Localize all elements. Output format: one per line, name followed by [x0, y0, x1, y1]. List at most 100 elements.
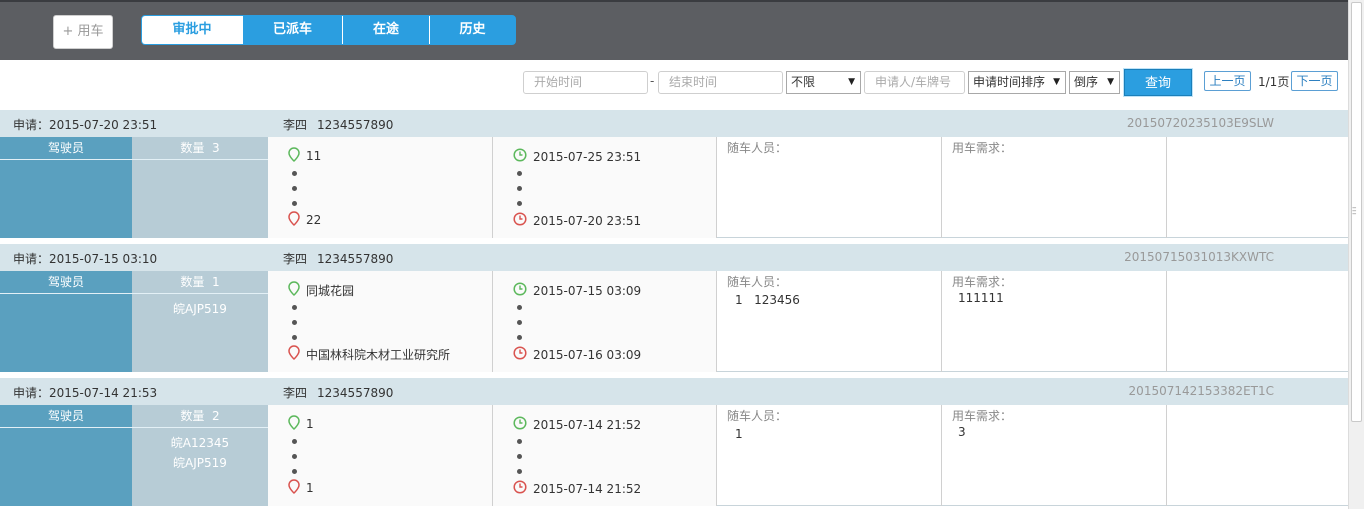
applicant-phone: 1234557890 — [317, 252, 394, 266]
time-end: 2015-07-14 21:52 — [513, 480, 641, 497]
dropdown-arrow-icon: ▼ — [848, 77, 855, 87]
plate-list: 皖A12345 皖AJP519 — [132, 428, 268, 473]
apply-time: 申请：2015-07-15 03:10 — [13, 252, 158, 266]
needs-label: 用车需求： — [952, 409, 1013, 423]
route-end: 22 — [288, 211, 321, 229]
time-dots — [517, 305, 523, 350]
count-value: 2 — [212, 409, 220, 423]
start-clock-icon — [513, 148, 533, 165]
count-value: 3 — [212, 141, 220, 155]
plate-list — [132, 160, 268, 165]
extra-column — [1167, 271, 1348, 372]
applicant-phone: 1234557890 — [317, 386, 394, 400]
needs-column: 用车需求： — [942, 137, 1167, 238]
next-page-button[interactable]: 下一页 — [1291, 71, 1338, 91]
driver-label: 驾驶员 — [0, 137, 132, 160]
needs-column: 用车需求： 3 — [942, 405, 1167, 506]
tab-history[interactable]: 历史 — [429, 16, 515, 44]
end-time: 2015-07-14 21:52 — [533, 481, 642, 496]
range-select-value: 不限 — [791, 75, 816, 89]
record-header: 申请：2015-07-14 21:53 李四 1234557890 2015071… — [0, 378, 1348, 405]
start-time-input[interactable]: 开始时间 — [523, 71, 648, 94]
date-separator: - — [650, 74, 655, 88]
apply-time: 申请：2015-07-20 23:51 — [13, 118, 158, 132]
end-clock-icon — [513, 212, 533, 229]
end-location: 中国林科院木材工业研究所 — [306, 347, 451, 362]
end-location-icon — [288, 345, 306, 363]
driver-column: 驾驶员 — [0, 137, 132, 238]
needs-value: 111111 — [958, 291, 1004, 305]
extra-column — [1167, 137, 1348, 238]
route-end: 1 — [288, 479, 314, 497]
start-location: 11 — [306, 149, 322, 163]
vertical-scrollbar[interactable]: – – – — [1348, 0, 1364, 509]
order-select[interactable]: 倒序 ▼ — [1069, 71, 1120, 94]
sort-select[interactable]: 申请时间排序 ▼ — [968, 71, 1066, 94]
record-card[interactable]: 申请：2015-07-14 21:53 李四 1234557890 2015071… — [0, 378, 1348, 506]
end-time: 2015-07-16 03:09 — [533, 347, 642, 362]
route-dots — [292, 305, 298, 350]
companion-entry: 1 123456 — [735, 293, 800, 307]
route-end: 中国林科院木材工业研究所 — [288, 345, 450, 363]
tab-dispatched[interactable]: 已派车 — [242, 16, 342, 44]
driver-label: 驾驶员 — [0, 405, 132, 428]
record-header: 申请：2015-07-20 23:51 李四 1234557890 2015072… — [0, 110, 1348, 137]
applicant-plate-input[interactable]: 申请人/车牌号 — [864, 71, 965, 94]
end-location: 1 — [306, 481, 314, 495]
plate-list: 皖AJP519 — [132, 294, 268, 319]
time-dots — [517, 171, 523, 216]
applicant: 李四 1234557890 — [283, 384, 393, 401]
end-location-icon — [288, 479, 306, 497]
order-select-value: 倒序 — [1074, 75, 1099, 89]
applicant-name: 李四 — [283, 386, 308, 400]
new-car-button[interactable]: + 用车 — [53, 15, 113, 49]
start-clock-icon — [513, 416, 533, 433]
needs-column: 用车需求： 111111 — [942, 271, 1167, 372]
start-location-icon — [288, 281, 306, 299]
tab-pending[interactable]: 审批中 — [142, 16, 242, 44]
route-dots — [292, 439, 298, 484]
start-time: 2015-07-14 21:52 — [533, 417, 642, 432]
applicant-phone: 1234557890 — [317, 118, 394, 132]
route-column: 11 22 — [268, 137, 493, 238]
needs-label: 用车需求： — [952, 141, 1013, 155]
range-select[interactable]: 不限 ▼ — [786, 71, 861, 94]
applicant-name: 李四 — [283, 252, 308, 266]
start-location: 同城花园 — [306, 283, 355, 298]
route-start: 1 — [288, 415, 314, 433]
start-clock-icon — [513, 282, 533, 299]
query-button[interactable]: 查询 — [1124, 69, 1192, 96]
time-start: 2015-07-25 23:51 — [513, 148, 641, 165]
needs-label: 用车需求： — [952, 275, 1013, 289]
record-card[interactable]: 申请：2015-07-15 03:10 李四 1234557890 2015071… — [0, 244, 1348, 372]
end-time: 2015-07-20 23:51 — [533, 213, 642, 228]
plate-number: 皖AJP519 — [173, 456, 227, 470]
time-dots — [517, 439, 523, 484]
dropdown-arrow-icon: ▼ — [1053, 77, 1060, 87]
prev-page-button[interactable]: 上一页 — [1204, 71, 1251, 91]
end-time-input[interactable]: 结束时间 — [658, 71, 783, 94]
end-location-icon — [288, 211, 306, 229]
route-dots — [292, 171, 298, 216]
sort-select-value: 申请时间排序 — [973, 75, 1046, 89]
time-end: 2015-07-16 03:09 — [513, 346, 641, 363]
tab-on-road[interactable]: 在途 — [342, 16, 429, 44]
time-start: 2015-07-15 03:09 — [513, 282, 641, 299]
vehicle-count-column: 数量 2 皖A12345 皖AJP519 — [132, 405, 268, 506]
companions-label: 随车人员： — [727, 409, 788, 423]
page-info: 1/1页 — [1258, 75, 1290, 89]
start-time: 2015-07-25 23:51 — [533, 149, 642, 164]
end-location: 22 — [306, 213, 322, 227]
order-code: 20150715031013KXWTC — [1124, 250, 1274, 264]
vehicle-count-column: 数量 1 皖AJP519 — [132, 271, 268, 372]
companions-column: 随车人员： 1 — [717, 405, 942, 506]
companions-label: 随车人员： — [727, 141, 788, 155]
record-card[interactable]: 申请：2015-07-20 23:51 李四 1234557890 2015072… — [0, 110, 1348, 238]
count-label: 数量 — [180, 409, 205, 423]
companions-label: 随车人员： — [727, 275, 788, 289]
time-column: 2015-07-25 23:51 2015-07-20 23:51 — [493, 137, 717, 238]
plate-number: 皖AJP519 — [173, 302, 227, 316]
route-start: 同城花园 — [288, 281, 354, 299]
end-clock-icon — [513, 480, 533, 497]
record-header: 申请：2015-07-15 03:10 李四 1234557890 2015071… — [0, 244, 1348, 271]
